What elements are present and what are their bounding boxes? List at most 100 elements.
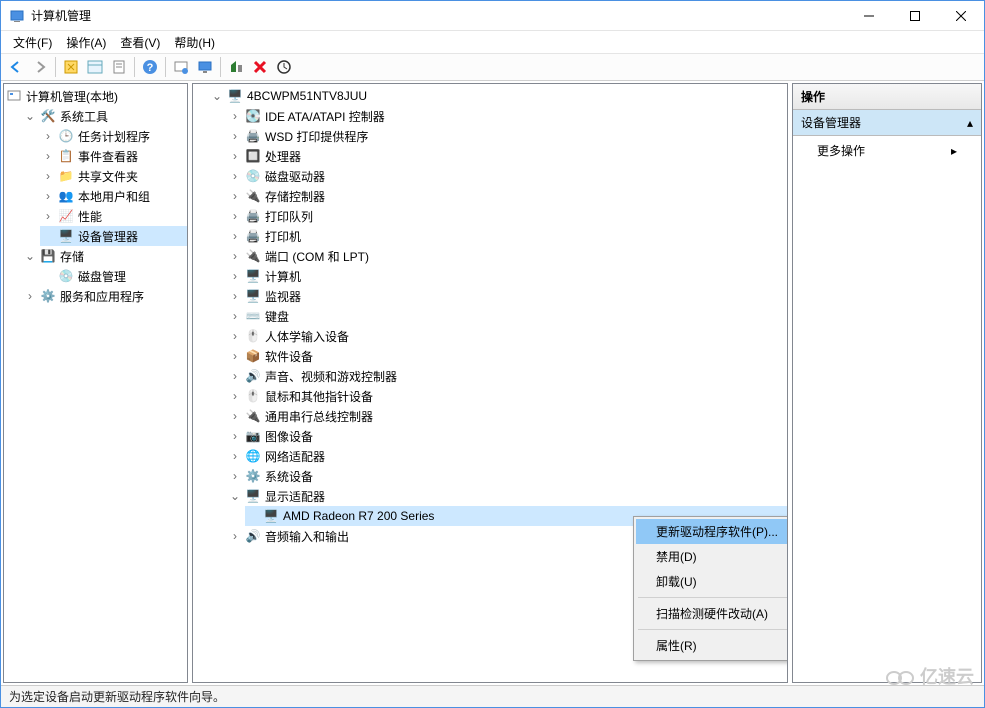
properties-button[interactable] — [84, 56, 106, 78]
tree-local-users[interactable]: ›👥本地用户和组 — [40, 186, 187, 206]
expand-icon[interactable]: › — [229, 330, 241, 342]
device-root[interactable]: ⌄🖥️4BCWPM51NTV8JUU — [209, 86, 787, 106]
expand-icon[interactable]: ⌄ — [24, 250, 36, 262]
expand-icon[interactable]: › — [42, 130, 54, 142]
more-actions[interactable]: 更多操作 ▸ — [793, 136, 981, 165]
device-category[interactable]: ›🔌通用串行总线控制器 — [227, 406, 787, 426]
left-tree-panel[interactable]: 计算机管理(本地) ⌄🛠️系统工具 ›🕒任务计划程序 ›📋事件查看器 ›📁共享文… — [3, 83, 188, 683]
ctx-update-driver[interactable]: 更新驱动程序软件(P)... — [636, 519, 788, 544]
device-category[interactable]: ›🌐网络适配器 — [227, 446, 787, 466]
device-category[interactable]: ›📷图像设备 — [227, 426, 787, 446]
cloud-icon — [884, 666, 916, 686]
device-category[interactable]: ›🖨️WSD 打印提供程序 — [227, 126, 787, 146]
tree-label: 事件查看器 — [78, 148, 138, 165]
menu-file[interactable]: 文件(F) — [7, 32, 58, 53]
device-category[interactable]: ›📦软件设备 — [227, 346, 787, 366]
uninstall-button[interactable] — [249, 56, 271, 78]
device-icon: 🔌 — [245, 188, 261, 204]
expand-icon[interactable]: › — [229, 190, 241, 202]
device-category[interactable]: ›🖨️打印机 — [227, 226, 787, 246]
device-category[interactable]: ›🔌存储控制器 — [227, 186, 787, 206]
menu-view[interactable]: 查看(V) — [114, 32, 166, 53]
gpu-icon: 🖥️ — [263, 508, 279, 524]
expand-icon[interactable]: › — [42, 190, 54, 202]
audio-icon: 🔊 — [245, 528, 261, 544]
expand-icon[interactable]: › — [229, 470, 241, 482]
ctx-properties[interactable]: 属性(R) — [636, 633, 788, 658]
expand-icon[interactable]: ⌄ — [229, 490, 241, 502]
ctx-disable[interactable]: 禁用(D) — [636, 544, 788, 569]
actions-section[interactable]: 设备管理器 ▴ — [793, 110, 981, 136]
tree-performance[interactable]: ›📈性能 — [40, 206, 187, 226]
expand-icon[interactable]: › — [229, 130, 241, 142]
back-button[interactable] — [5, 56, 27, 78]
expand-icon[interactable]: › — [229, 430, 241, 442]
expand-icon[interactable]: › — [229, 410, 241, 422]
expand-icon[interactable]: › — [42, 170, 54, 182]
show-hide-button[interactable] — [60, 56, 82, 78]
expand-icon[interactable]: › — [229, 210, 241, 222]
device-category[interactable]: ›🖱️人体学输入设备 — [227, 326, 787, 346]
device-tree-panel[interactable]: ⌄🖥️4BCWPM51NTV8JUU ›💽IDE ATA/ATAPI 控制器›🖨… — [192, 83, 788, 683]
device-category[interactable]: ›⌨️键盘 — [227, 306, 787, 326]
device-display-adapters[interactable]: ⌄🖥️显示适配器 — [227, 486, 787, 506]
minimize-button[interactable] — [846, 1, 892, 31]
expand-icon[interactable]: › — [229, 370, 241, 382]
menu-action[interactable]: 操作(A) — [60, 32, 112, 53]
tree-device-manager[interactable]: 🖥️设备管理器 — [40, 226, 187, 246]
device-category[interactable]: ›💽IDE ATA/ATAPI 控制器 — [227, 106, 787, 126]
tree-root[interactable]: 计算机管理(本地) — [4, 86, 187, 106]
maximize-button[interactable] — [892, 1, 938, 31]
expand-icon[interactable]: › — [229, 230, 241, 242]
device-icon: 🖥️ — [245, 288, 261, 304]
expand-icon[interactable]: › — [229, 170, 241, 182]
expand-icon[interactable]: › — [229, 110, 241, 122]
expand-icon[interactable]: › — [42, 150, 54, 162]
expand-icon[interactable]: › — [229, 270, 241, 282]
device-category[interactable]: ›🖨️打印队列 — [227, 206, 787, 226]
device-category[interactable]: ›🔌端口 (COM 和 LPT) — [227, 246, 787, 266]
tree-disk-mgmt[interactable]: 💿磁盘管理 — [40, 266, 187, 286]
enable-button[interactable] — [225, 56, 247, 78]
ctx-uninstall[interactable]: 卸载(U) — [636, 569, 788, 594]
expand-icon[interactable]: › — [229, 290, 241, 302]
menu-help[interactable]: 帮助(H) — [168, 32, 221, 53]
device-category[interactable]: ›🖱️鼠标和其他指针设备 — [227, 386, 787, 406]
expand-icon[interactable]: › — [229, 450, 241, 462]
collapse-icon[interactable]: ▴ — [967, 116, 973, 130]
expand-icon[interactable]: › — [229, 390, 241, 402]
tree-task-scheduler[interactable]: ›🕒任务计划程序 — [40, 126, 187, 146]
tree-storage[interactable]: ⌄💾存储 — [22, 246, 187, 266]
close-button[interactable] — [938, 1, 984, 31]
update-button[interactable] — [273, 56, 295, 78]
device-category[interactable]: ›⚙️系统设备 — [227, 466, 787, 486]
tree-label: 端口 (COM 和 LPT) — [265, 248, 369, 265]
ctx-scan[interactable]: 扫描检测硬件改动(A) — [636, 601, 788, 626]
expand-icon[interactable]: › — [229, 530, 241, 542]
tree-system-tools[interactable]: ⌄🛠️系统工具 — [22, 106, 187, 126]
expand-icon[interactable]: › — [229, 150, 241, 162]
device-category[interactable]: ›🖥️监视器 — [227, 286, 787, 306]
tree-shared-folders[interactable]: ›📁共享文件夹 — [40, 166, 187, 186]
monitor-button[interactable] — [194, 56, 216, 78]
forward-button[interactable] — [29, 56, 51, 78]
expand-icon[interactable]: › — [229, 350, 241, 362]
device-category[interactable]: ›💿磁盘驱动器 — [227, 166, 787, 186]
expand-icon[interactable]: › — [24, 290, 36, 302]
export-button[interactable] — [108, 56, 130, 78]
expand-icon[interactable]: › — [42, 210, 54, 222]
device-category[interactable]: ›🖥️计算机 — [227, 266, 787, 286]
expand-icon[interactable]: ⌄ — [211, 90, 223, 102]
tools-icon: 🛠️ — [40, 108, 56, 124]
tree-event-viewer[interactable]: ›📋事件查看器 — [40, 146, 187, 166]
device-category[interactable]: ›🔲处理器 — [227, 146, 787, 166]
help-button[interactable]: ? — [139, 56, 161, 78]
tree-services[interactable]: ›⚙️服务和应用程序 — [22, 286, 187, 306]
expand-icon[interactable]: › — [229, 250, 241, 262]
expand-icon[interactable]: › — [229, 310, 241, 322]
tree-label: AMD Radeon R7 200 Series — [283, 509, 434, 523]
expand-icon[interactable]: ⌄ — [24, 110, 36, 122]
status-text: 为选定设备启动更新驱动程序软件向导。 — [9, 688, 225, 705]
scan-button[interactable] — [170, 56, 192, 78]
device-category[interactable]: ›🔊声音、视频和游戏控制器 — [227, 366, 787, 386]
